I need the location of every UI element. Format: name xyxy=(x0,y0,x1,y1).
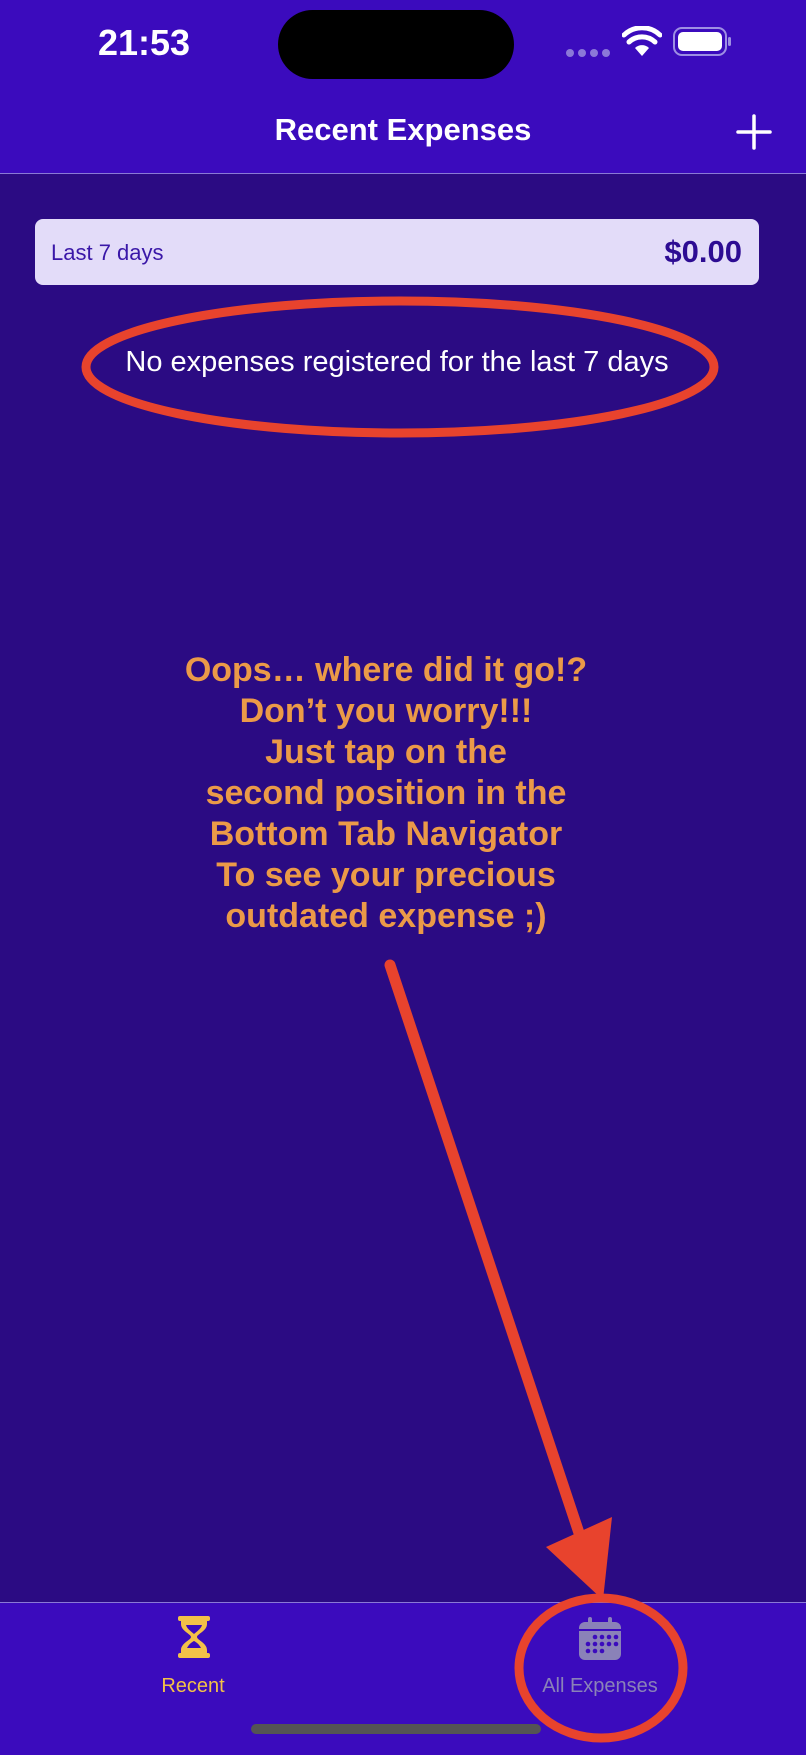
annotation-arrow xyxy=(384,959,612,1600)
tab-recent[interactable]: Recent xyxy=(63,1603,323,1713)
tab-label: Recent xyxy=(161,1675,225,1697)
hourglass-icon xyxy=(178,1616,210,1658)
home-indicator[interactable] xyxy=(251,1724,541,1734)
